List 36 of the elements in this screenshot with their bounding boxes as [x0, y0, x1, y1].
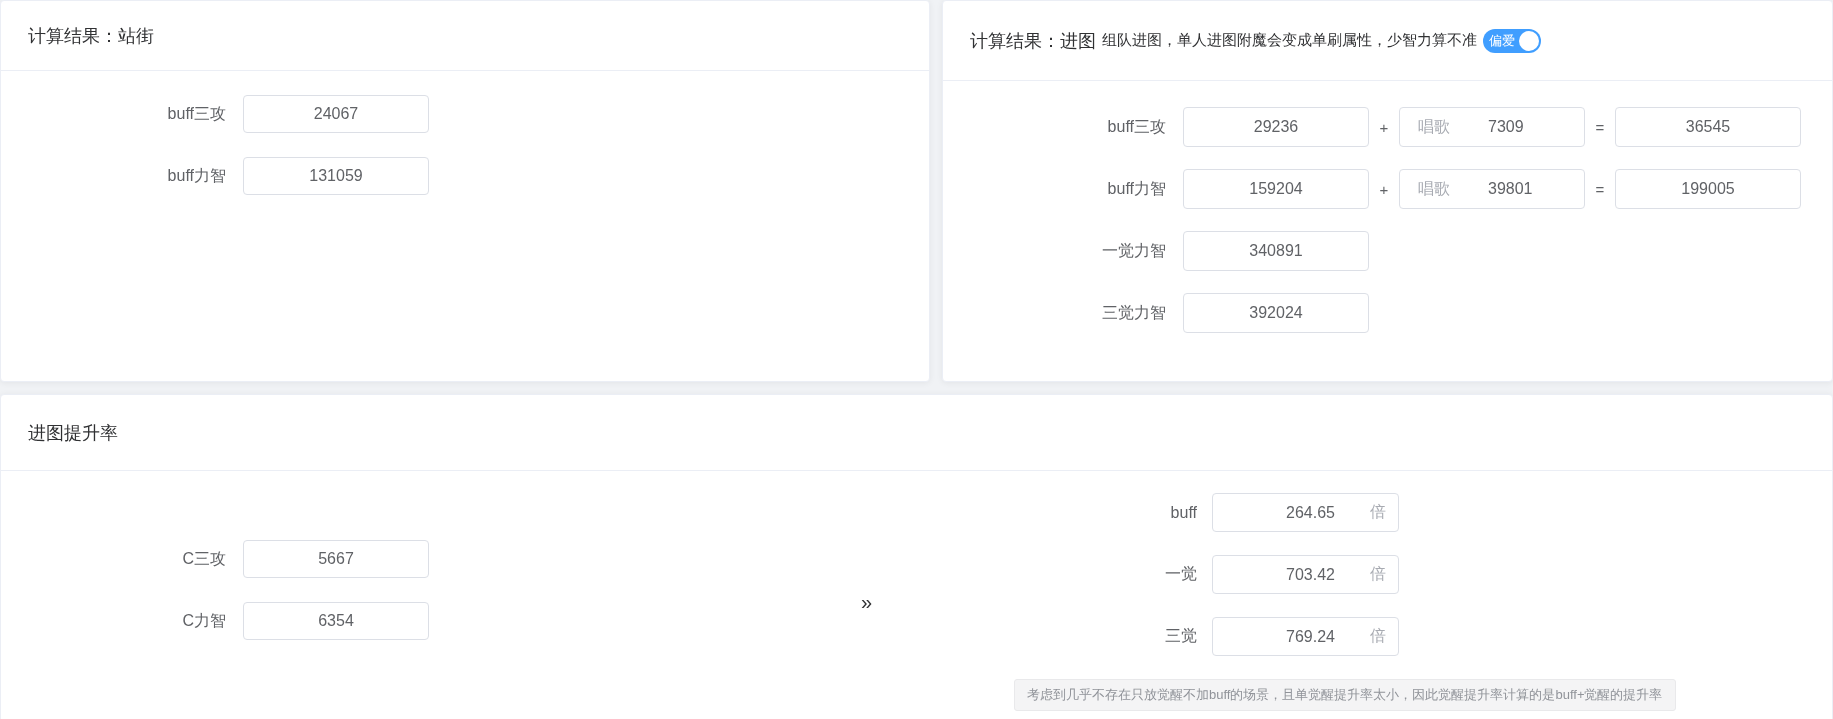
ratio-field[interactable]: 703.42 倍	[1212, 555, 1399, 594]
arrow-sign: »	[861, 590, 874, 614]
field-label: 一觉	[1164, 564, 1198, 584]
card-title: 进图提升率	[28, 421, 118, 445]
equals-sign: =	[1594, 118, 1606, 136]
value-field[interactable]: 24067	[243, 95, 429, 133]
value-field[interactable]: 340891	[1183, 231, 1369, 271]
total-field[interactable]: 36545	[1615, 107, 1801, 147]
plus-sign: +	[1378, 180, 1390, 198]
card-title: 计算结果：进图	[970, 29, 1096, 53]
total-field[interactable]: 199005	[1615, 169, 1801, 209]
value-field[interactable]: 159204	[1183, 169, 1369, 209]
field-label: buff力智	[166, 165, 227, 186]
field-label: 三觉力智	[1101, 302, 1167, 323]
value-field[interactable]: 392024	[1183, 293, 1369, 333]
ratio-field[interactable]: 769.24 倍	[1212, 617, 1399, 656]
plus-sign: +	[1378, 118, 1390, 136]
song-field[interactable]: 唱歌 7309	[1399, 107, 1585, 147]
song-field[interactable]: 唱歌 39801	[1399, 169, 1585, 209]
value-field[interactable]: 29236	[1183, 107, 1369, 147]
card-title: 计算结果：站街	[28, 24, 154, 48]
field-label: buff三攻	[166, 103, 227, 124]
value-field[interactable]: 131059	[243, 157, 429, 195]
equals-sign: =	[1594, 180, 1606, 198]
field-label: C力智	[181, 610, 227, 631]
field-label: buff力智	[1106, 178, 1167, 199]
field-label: buff	[1169, 503, 1198, 522]
value-field[interactable]: 6354	[243, 602, 429, 640]
ratio-field[interactable]: 264.65 倍	[1212, 493, 1399, 532]
value-field[interactable]: 5667	[243, 540, 429, 578]
card-note: 组队进图，单人进图附魔会变成单刷属性，少智力算不准	[1102, 31, 1477, 50]
field-label: 一觉力智	[1101, 240, 1167, 261]
field-label: C三攻	[181, 548, 227, 569]
field-label: 三觉	[1164, 626, 1198, 646]
tooltip: 考虑到几乎不存在只放觉醒不加buff的场景，且单觉醒提升率太小，因此觉醒提升率计算的是buff+觉醒的提升率	[1014, 679, 1676, 711]
field-label: buff三攻	[1106, 116, 1167, 137]
